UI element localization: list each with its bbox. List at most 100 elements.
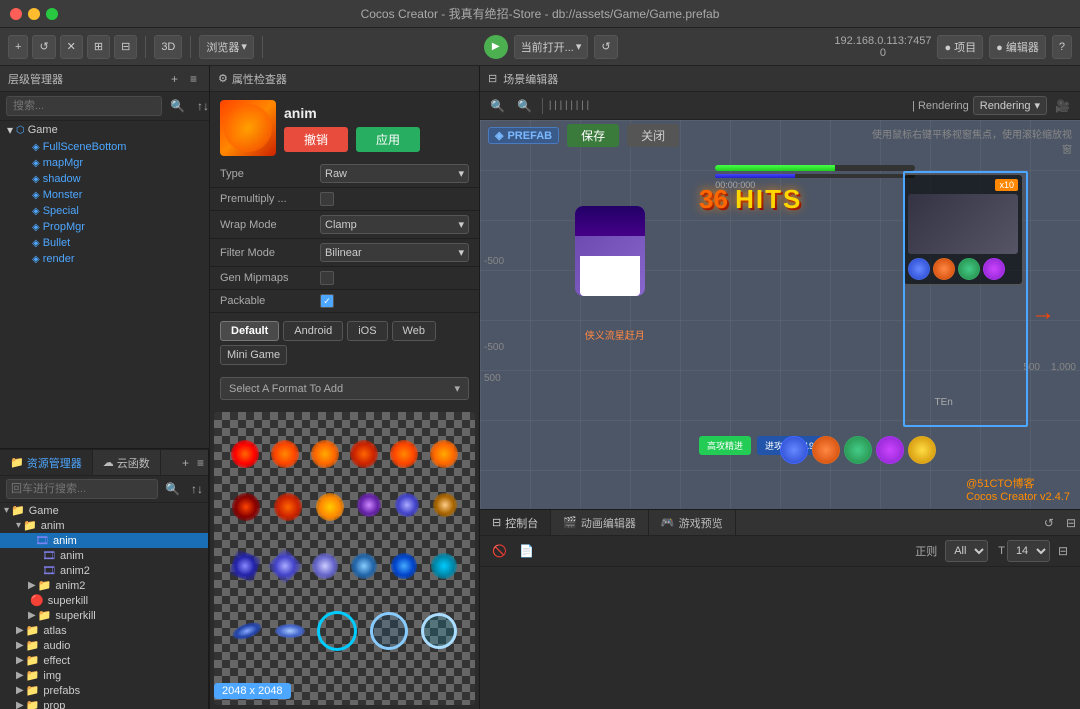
tab-game-preview[interactable]: 🎮 游戏预览 bbox=[649, 510, 736, 535]
refresh-console-button[interactable]: ↺ bbox=[1040, 514, 1058, 532]
filtermode-dropdown[interactable]: Bilinear ▾ bbox=[320, 243, 469, 262]
res-item-superkill-file[interactable]: 🔴 superkill bbox=[0, 593, 208, 608]
font-size-select[interactable]: 14 bbox=[1007, 540, 1050, 562]
close-button[interactable] bbox=[10, 8, 22, 20]
dropdown-arrow-icon: ▾ bbox=[458, 167, 464, 180]
current-dropdown[interactable]: 当前打开... ▾ bbox=[514, 35, 589, 59]
skill-btn-5[interactable] bbox=[908, 436, 936, 464]
apply-button[interactable]: 应用 bbox=[356, 127, 420, 152]
hierarchy-add-button[interactable]: + bbox=[167, 70, 182, 88]
tree-item-render[interactable]: ◈ render bbox=[0, 251, 209, 267]
rendering-dropdown[interactable]: Rendering ▾ bbox=[973, 96, 1047, 115]
tree-item-mapmgr[interactable]: ◈ mapMgr bbox=[0, 155, 209, 171]
prop-filtermode: Filter Mode Bilinear ▾ bbox=[210, 239, 479, 267]
res-item-anim2-file[interactable]: 🎞 anim2 bbox=[0, 563, 208, 578]
res-item-img[interactable]: ▶ 📁 img bbox=[0, 668, 208, 683]
tab-console[interactable]: ⊟ 控制台 bbox=[480, 510, 551, 535]
tree-item-monster[interactable]: ◈ Monster bbox=[0, 187, 209, 203]
tab-default[interactable]: Default bbox=[220, 321, 279, 341]
tree-item-special[interactable]: ◈ Special bbox=[0, 203, 209, 219]
res-item-anim-file[interactable]: 🎞 anim bbox=[0, 548, 208, 563]
hierarchy-search-input[interactable] bbox=[6, 96, 162, 116]
resource-search-input[interactable] bbox=[6, 479, 158, 499]
expand-console-button[interactable]: ⊟ bbox=[1062, 514, 1080, 532]
type-dropdown[interactable]: Raw ▾ bbox=[320, 164, 469, 183]
tab-resource-manager[interactable]: 📁 资源管理器 bbox=[0, 450, 93, 475]
scene-view[interactable]: -500 500 -500 500 1,000 ◈ PREFAB 保存 关闭 使… bbox=[480, 120, 1080, 509]
tree-item-shadow[interactable]: ◈ shadow bbox=[0, 171, 209, 187]
delete-button[interactable]: ✕ bbox=[60, 35, 83, 59]
hierarchy-search-button[interactable]: 🔍 bbox=[166, 97, 189, 115]
res-item-game[interactable]: ▾ 📁 Game bbox=[0, 503, 208, 518]
packable-checkbox[interactable]: ✓ bbox=[320, 294, 334, 308]
res-item-anim-folder[interactable]: ▾ 📁 anim bbox=[0, 518, 208, 533]
genmipmaps-checkbox[interactable] bbox=[320, 271, 334, 285]
format-add-section: Select A Format To Add ▾ bbox=[220, 377, 469, 400]
ten-label: TEn bbox=[934, 397, 952, 408]
skill-btn-3[interactable] bbox=[844, 436, 872, 464]
help-button[interactable]: ? bbox=[1052, 35, 1072, 59]
res-item-effect[interactable]: ▶ 📁 effect bbox=[0, 653, 208, 668]
action-btn-1[interactable]: 高攻精进 bbox=[699, 436, 751, 455]
right-controls: 192.168.0.113:7457 0 ● 项目 ● 编辑器 ? bbox=[834, 35, 1072, 59]
tree-item-game[interactable]: ▾ ⬡ Game bbox=[0, 121, 209, 139]
scene-camera-button[interactable]: 🎥 bbox=[1051, 97, 1074, 115]
axis-label-neg500-y: -500 bbox=[484, 256, 504, 267]
res-menu-button[interactable]: ≡ bbox=[193, 450, 208, 475]
minimize-button[interactable] bbox=[28, 8, 40, 20]
tab-web[interactable]: Web bbox=[392, 321, 436, 341]
tab-animation-editor[interactable]: 🎬 动画编辑器 bbox=[551, 510, 649, 535]
scene-zoom-button[interactable]: 🔍 bbox=[513, 97, 536, 115]
format-dropdown[interactable]: Select A Format To Add ▾ bbox=[220, 377, 469, 400]
res-filter-button[interactable]: ↑↓ bbox=[187, 480, 207, 498]
tree-item-propmgr[interactable]: ◈ PropMgr bbox=[0, 219, 209, 235]
res-item-anim-selected[interactable]: ▾ 🎞 anim bbox=[0, 533, 208, 548]
play-button[interactable]: ▶ bbox=[484, 35, 508, 59]
premultiply-checkbox[interactable] bbox=[320, 192, 334, 206]
add-button[interactable]: + bbox=[8, 35, 28, 59]
res-search-button[interactable]: 🔍 bbox=[161, 480, 184, 498]
browser-dropdown[interactable]: 浏览器 ▾ bbox=[199, 35, 254, 59]
project-button[interactable]: ● 项目 bbox=[937, 35, 983, 59]
grid-button[interactable]: ⊞ bbox=[87, 35, 110, 59]
res-item-superkill-folder[interactable]: ▶ 📁 superkill bbox=[0, 608, 208, 623]
tree-item-bullet[interactable]: ◈ Bullet bbox=[0, 235, 209, 251]
folder-icon: 📁 bbox=[26, 684, 40, 697]
skill-btn-2[interactable] bbox=[812, 436, 840, 464]
save-prefab-button[interactable]: 保存 bbox=[567, 124, 619, 147]
bottom-panel: ⊟ 控制台 🎬 动画编辑器 🎮 游戏预览 ↺ ⊟ 🚫 📄 bbox=[480, 509, 1080, 709]
game-icon: 🎮 bbox=[661, 516, 675, 529]
console-clear-button[interactable]: 🚫 bbox=[488, 542, 511, 560]
res-item-prop[interactable]: ▶ 📁 prop bbox=[0, 698, 208, 709]
tab-cloud-functions[interactable]: ☁ 云函数 bbox=[93, 450, 161, 475]
tab-minigame[interactable]: Mini Game bbox=[220, 345, 287, 365]
prefab-controls: ◈ PREFAB 保存 关闭 bbox=[488, 124, 679, 147]
cancel-button[interactable]: 撤销 bbox=[284, 127, 348, 152]
circle-sprite-1 bbox=[317, 611, 357, 651]
tree-item-fullscenebottom[interactable]: ◈ FullSceneBottom bbox=[0, 139, 209, 155]
refresh2-button[interactable]: ↺ bbox=[594, 35, 617, 59]
res-item-prefabs[interactable]: ▶ 📁 prefabs bbox=[0, 683, 208, 698]
res-item-anim2-folder[interactable]: ▶ 📁 anim2 bbox=[0, 578, 208, 593]
close-prefab-button[interactable]: 关闭 bbox=[627, 124, 679, 147]
skill-btn-1[interactable] bbox=[780, 436, 808, 464]
skill-btn-4[interactable] bbox=[876, 436, 904, 464]
editor-button[interactable]: ● 编辑器 bbox=[989, 35, 1046, 59]
collapse-button[interactable]: ⊟ bbox=[114, 35, 137, 59]
log-filter-select[interactable]: All bbox=[945, 540, 988, 562]
wrapmode-dropdown[interactable]: Clamp ▾ bbox=[320, 215, 469, 234]
window-controls[interactable] bbox=[10, 8, 58, 20]
console-copy-button[interactable]: 📄 bbox=[515, 542, 538, 560]
refresh-button[interactable]: ↺ bbox=[32, 35, 55, 59]
3d-button[interactable]: 3D bbox=[154, 35, 182, 59]
maximize-button[interactable] bbox=[46, 8, 58, 20]
res-item-atlas[interactable]: ▶ 📁 atlas bbox=[0, 623, 208, 638]
tab-android[interactable]: Android bbox=[283, 321, 343, 341]
scene-zoom-out-button[interactable]: 🔍 bbox=[486, 97, 509, 115]
tab-ios[interactable]: iOS bbox=[347, 321, 387, 341]
res-add-button[interactable]: + bbox=[178, 450, 193, 475]
res-item-audio[interactable]: ▶ 📁 audio bbox=[0, 638, 208, 653]
hierarchy-menu-button[interactable]: ≡ bbox=[186, 70, 201, 88]
dropdown-arrow-icon: ▾ bbox=[454, 382, 460, 395]
console-expand2-button[interactable]: ⊟ bbox=[1054, 542, 1072, 560]
